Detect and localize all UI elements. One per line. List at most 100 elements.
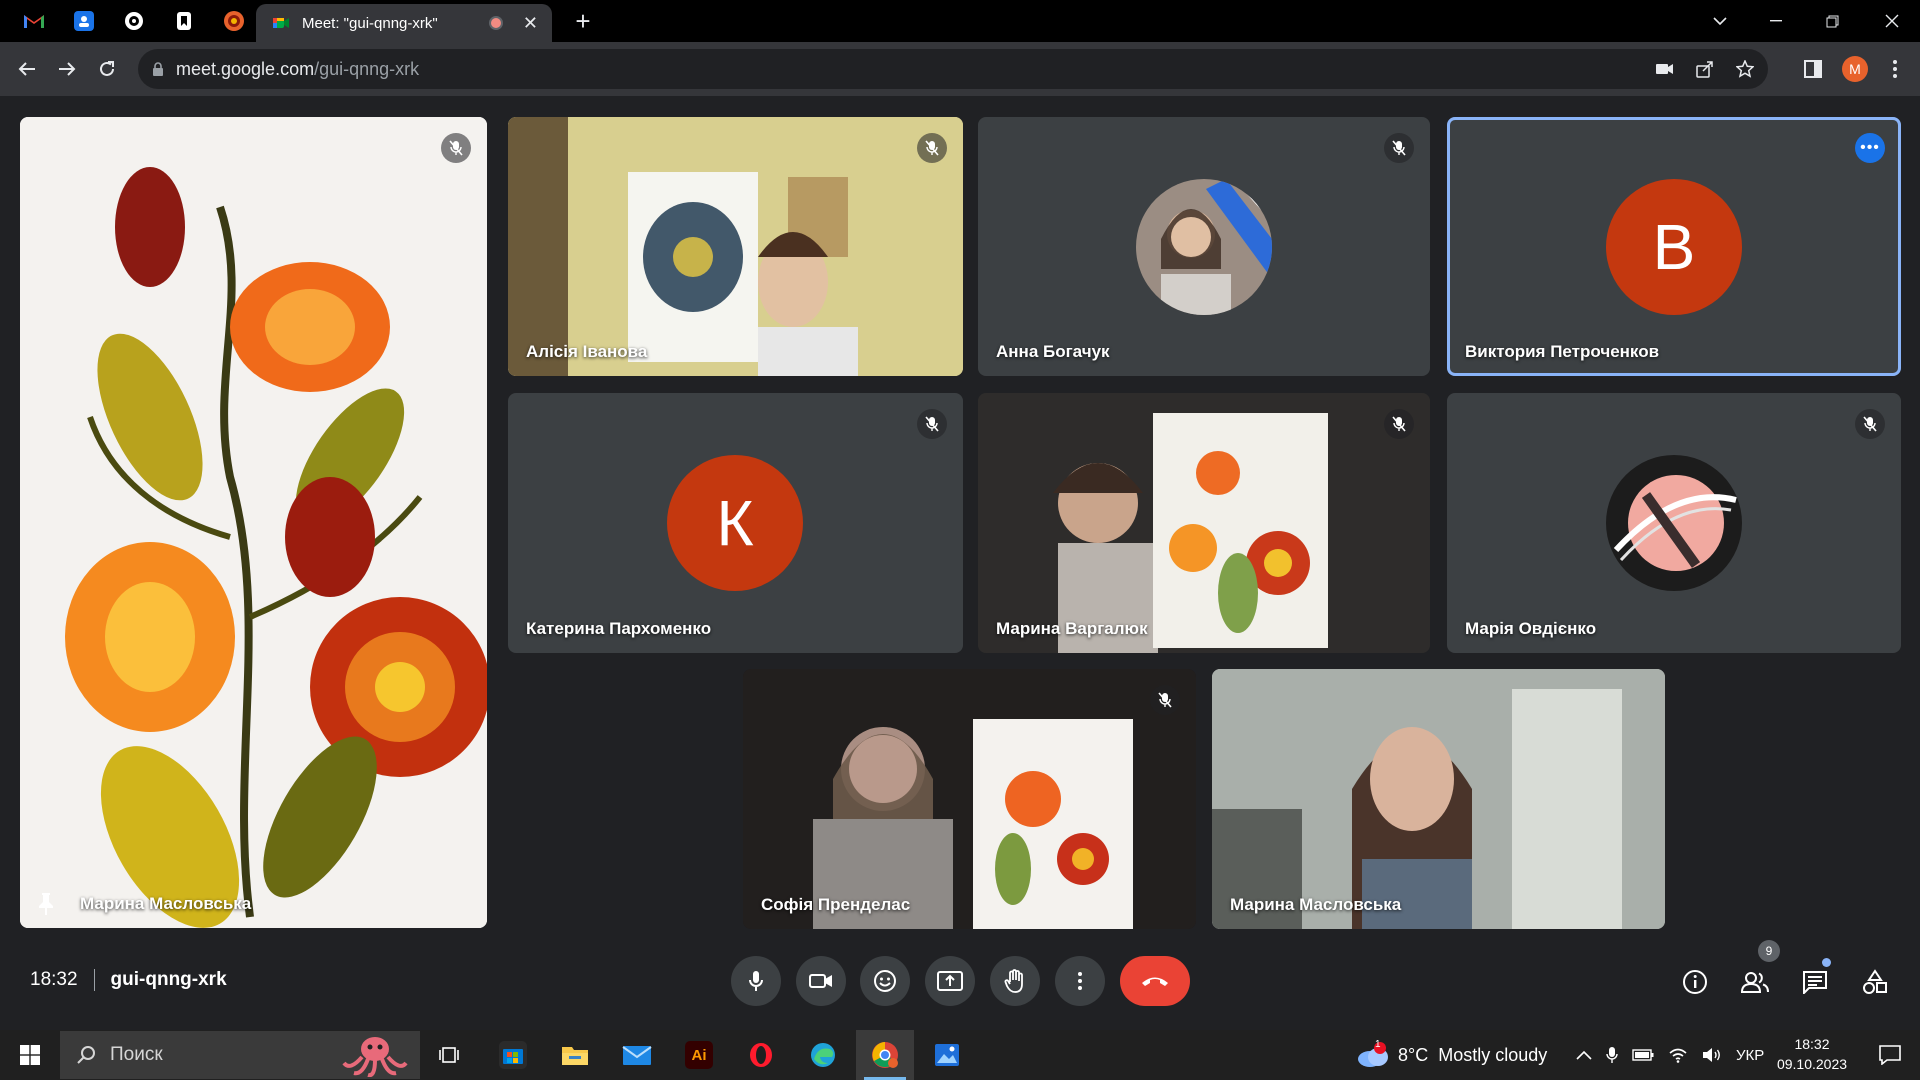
people-icon bbox=[1740, 972, 1769, 993]
back-button[interactable] bbox=[12, 54, 42, 84]
participant-name: Софія Пренделас bbox=[761, 895, 911, 914]
taskbar-app-edge[interactable] bbox=[794, 1030, 852, 1080]
browser-menu-button[interactable] bbox=[1880, 54, 1910, 84]
participant-tile[interactable]: Марія Овдієнко bbox=[1447, 393, 1901, 653]
profile-button[interactable]: M bbox=[1840, 54, 1870, 84]
participants-count-badge: 9 bbox=[1758, 940, 1780, 962]
taskbar-app-chrome[interactable] bbox=[856, 1030, 914, 1080]
active-tab[interactable]: Meet: "gui-qnng-xrk" ✕ bbox=[256, 4, 552, 42]
reactions-button[interactable] bbox=[860, 956, 910, 1006]
contacts-icon bbox=[74, 11, 94, 31]
participant-video bbox=[1212, 669, 1665, 929]
mic-off-icon bbox=[1384, 409, 1414, 439]
restore-button[interactable] bbox=[1804, 0, 1860, 42]
bookmark-app-icon bbox=[177, 12, 191, 30]
taskbar-app-opera[interactable] bbox=[732, 1030, 790, 1080]
participant-tile[interactable]: Марина Масловська bbox=[1212, 669, 1665, 929]
chevron-up-icon[interactable] bbox=[1576, 1050, 1592, 1060]
battery-icon[interactable] bbox=[1632, 1049, 1654, 1061]
more-options-button[interactable]: ••• bbox=[1855, 133, 1885, 163]
taskbar-app-store[interactable] bbox=[484, 1030, 542, 1080]
pinned-tab-gmail[interactable] bbox=[10, 5, 58, 37]
participant-video bbox=[508, 117, 963, 376]
wifi-icon[interactable] bbox=[1668, 1047, 1688, 1063]
present-icon bbox=[937, 971, 963, 991]
more-options-button[interactable] bbox=[1055, 956, 1105, 1006]
pinned-tab-bookmark[interactable] bbox=[160, 5, 208, 37]
microphone-button[interactable] bbox=[731, 956, 781, 1006]
meeting-details-button[interactable] bbox=[1675, 962, 1715, 1002]
microphone-tray-icon[interactable] bbox=[1606, 1046, 1618, 1064]
leave-call-button[interactable] bbox=[1120, 956, 1190, 1006]
participant-video bbox=[743, 669, 1196, 929]
tab-search-icon[interactable] bbox=[1692, 0, 1748, 42]
taskbar-search[interactable]: Поиск bbox=[60, 1031, 420, 1079]
tab-close-icon[interactable]: ✕ bbox=[523, 13, 538, 34]
participant-tile-speaking[interactable]: В Виктория Петроченков ••• bbox=[1447, 117, 1901, 376]
people-button[interactable] bbox=[1735, 962, 1775, 1002]
participant-tile-pinned[interactable]: Марина Масловська bbox=[20, 117, 487, 928]
share-icon[interactable] bbox=[1696, 60, 1714, 78]
pinned-tab-app[interactable] bbox=[110, 5, 158, 37]
mic-icon bbox=[749, 971, 763, 991]
participant-tile[interactable]: К Катерина Пархоменко bbox=[508, 393, 963, 653]
new-message-indicator bbox=[1822, 958, 1831, 967]
taskbar-app-illustrator[interactable]: Ai bbox=[670, 1030, 728, 1080]
close-window-button[interactable] bbox=[1864, 0, 1920, 42]
raise-hand-button[interactable] bbox=[990, 956, 1040, 1006]
notifications-button[interactable] bbox=[1866, 1030, 1914, 1080]
volume-icon[interactable] bbox=[1702, 1047, 1722, 1063]
participant-tile[interactable]: Анна Богачук bbox=[978, 117, 1430, 376]
arrow-right-icon bbox=[59, 62, 76, 76]
app-icon bbox=[125, 12, 143, 30]
browser-toolbar: meet.google.com/gui-qnng-xrk M bbox=[0, 42, 1920, 96]
avatar bbox=[1606, 455, 1742, 591]
weather-widget[interactable]: 1 8°C Mostly cloudy bbox=[1356, 1030, 1547, 1080]
present-screen-button[interactable] bbox=[925, 956, 975, 1006]
activities-button[interactable] bbox=[1855, 962, 1895, 1002]
avatar: К bbox=[667, 455, 803, 591]
divider bbox=[93, 969, 95, 991]
mic-off-icon bbox=[917, 409, 947, 439]
illustrator-icon: Ai bbox=[685, 1041, 713, 1069]
taskbar-app-photos[interactable] bbox=[918, 1030, 976, 1080]
address-bar[interactable]: meet.google.com/gui-qnng-xrk bbox=[138, 49, 1768, 89]
system-clock[interactable]: 18:32 09.10.2023 bbox=[1760, 1034, 1864, 1074]
flower-app-icon bbox=[224, 11, 244, 31]
pinned-tab-contacts[interactable] bbox=[60, 5, 108, 37]
pinned-tab-flower[interactable] bbox=[210, 5, 258, 37]
forward-button[interactable] bbox=[52, 54, 82, 84]
new-tab-button[interactable]: + bbox=[568, 6, 598, 36]
taskbar-app-explorer[interactable] bbox=[546, 1030, 604, 1080]
minimize-button[interactable] bbox=[1748, 0, 1804, 42]
photos-icon bbox=[935, 1044, 959, 1066]
hand-icon bbox=[1004, 969, 1023, 993]
camera-button[interactable] bbox=[796, 956, 846, 1006]
start-button[interactable] bbox=[0, 1030, 60, 1080]
octopus-doodle-icon bbox=[342, 1037, 408, 1077]
participant-name: Марина Масловська bbox=[80, 894, 252, 913]
participant-tile[interactable]: Марина Варгалюк bbox=[978, 393, 1430, 653]
meet-favicon-icon bbox=[273, 18, 289, 28]
url-path: /gui-qnng-xrk bbox=[314, 58, 420, 79]
recording-indicator-icon bbox=[488, 16, 503, 30]
chat-button[interactable] bbox=[1795, 962, 1835, 1002]
reload-button[interactable] bbox=[92, 54, 122, 84]
side-panel-button[interactable] bbox=[1798, 54, 1828, 84]
task-view-button[interactable] bbox=[420, 1030, 478, 1080]
taskbar-app-mail[interactable] bbox=[608, 1030, 666, 1080]
tab-title: Meet: "gui-qnng-xrk" bbox=[302, 14, 438, 32]
bookmark-star-icon[interactable] bbox=[1736, 60, 1754, 78]
participant-name: Марія Овдієнко bbox=[1465, 619, 1597, 638]
participant-tile[interactable]: Алісія Іванова bbox=[508, 117, 963, 376]
participant-video bbox=[20, 117, 487, 928]
pin-icon[interactable] bbox=[36, 892, 56, 916]
emoji-icon bbox=[874, 970, 896, 992]
meeting-details: 18:32 gui-qnng-xrk bbox=[30, 966, 227, 994]
participant-tile[interactable]: Софія Пренделас bbox=[743, 669, 1196, 929]
url-text: meet.google.com/gui-qnng-xrk bbox=[176, 59, 419, 80]
camera-in-use-icon[interactable] bbox=[1656, 63, 1674, 75]
avatar: В bbox=[1606, 179, 1742, 315]
meeting-code: gui-qnng-xrk bbox=[110, 969, 227, 990]
task-view-icon bbox=[439, 1047, 459, 1063]
